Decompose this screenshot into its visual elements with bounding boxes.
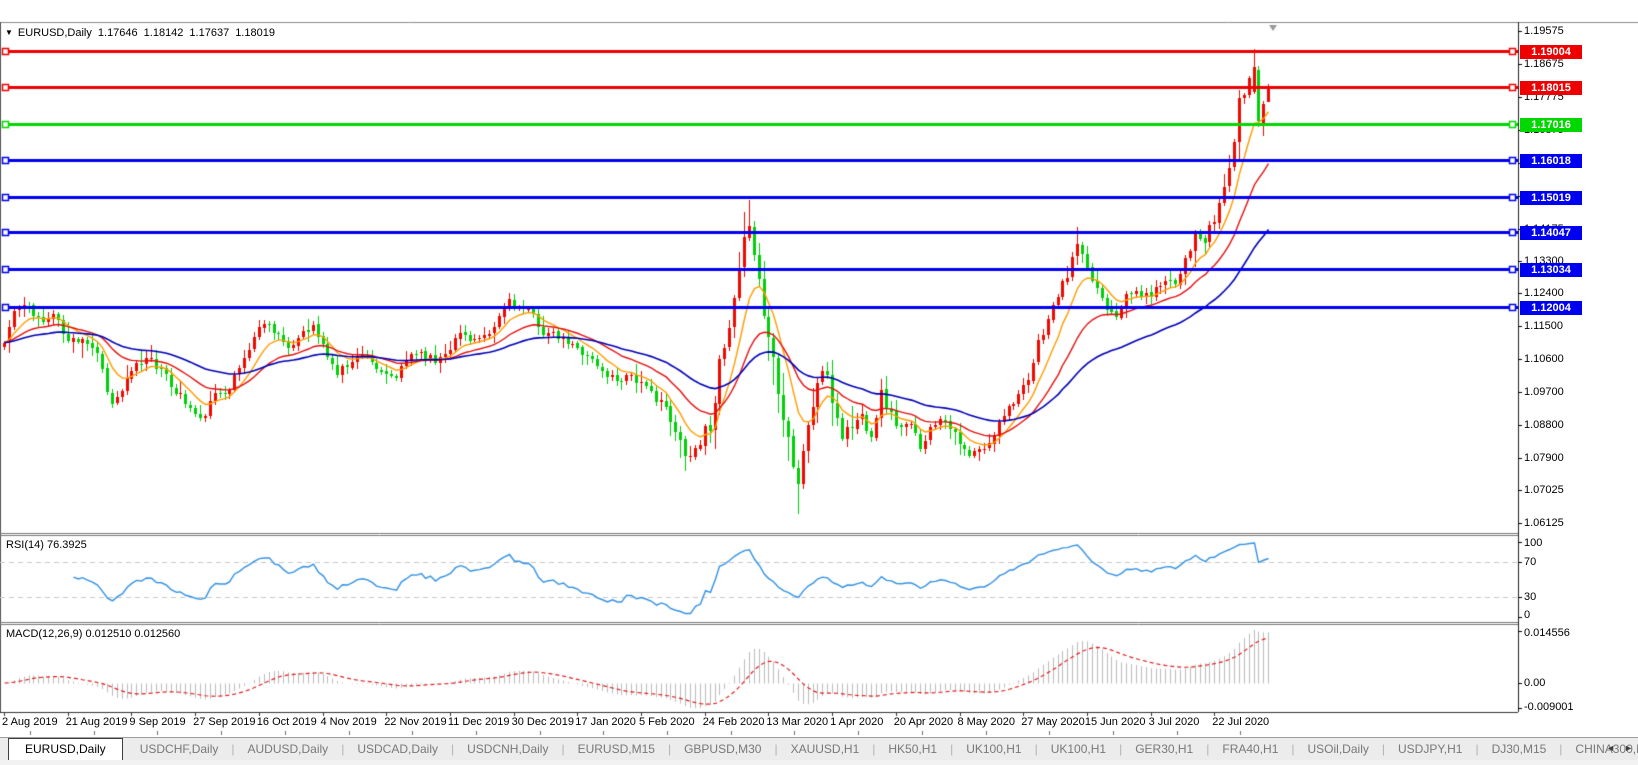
- price-chart-canvas[interactable]: [0, 0, 1638, 737]
- date-label: 30 Dec 2019: [511, 716, 574, 728]
- rsi-axis-tick: 0: [1524, 609, 1531, 621]
- date-label: 22 Jul 2020: [1212, 716, 1270, 728]
- chart-tab-ger30-h1[interactable]: GER30,H1: [1122, 739, 1206, 759]
- date-label: 8 May 2020: [957, 716, 1015, 728]
- date-label: 1 Apr 2020: [830, 716, 884, 728]
- price-line-label: 1.14047: [1520, 226, 1582, 241]
- date-label: 15 Jun 2020: [1084, 716, 1146, 728]
- price-axis-tick: 1.09700: [1524, 386, 1564, 399]
- rsi-axis-tick: 100: [1524, 537, 1543, 549]
- macd-axis-tick: -0.009001: [1524, 701, 1574, 713]
- chart-tab-usdjpy-h1[interactable]: USDJPY,H1: [1385, 739, 1475, 759]
- price-line-label: 1.18015: [1520, 81, 1582, 96]
- date-label: 3 Jul 2020: [1148, 716, 1200, 728]
- price-line-label: 1.12004: [1520, 300, 1582, 315]
- date-label: 4 Nov 2019: [320, 716, 377, 728]
- price-axis-tick: 1.12400: [1524, 287, 1564, 300]
- scroll-left-icon[interactable]: ◄: [1606, 742, 1615, 754]
- chart-tab-eurusd-m15[interactable]: EURUSD,M15: [565, 739, 668, 759]
- price-line-label: 1.16018: [1520, 154, 1582, 169]
- price-axis-tick: 1.07025: [1524, 484, 1564, 497]
- date-label: 16 Oct 2019: [256, 716, 317, 728]
- scroll-right-icon[interactable]: ►: [1624, 742, 1633, 754]
- chart-tab-usdcad-daily[interactable]: USDCAD,Daily: [344, 739, 451, 759]
- chart-tab-usoil-daily[interactable]: USOil,Daily: [1295, 739, 1382, 759]
- rsi-axis-tick: 70: [1524, 555, 1537, 568]
- symbol-label: EURUSD,Daily: [17, 27, 92, 39]
- low-value: 1.17637: [189, 27, 230, 39]
- price-axis-tick: 1.06125: [1524, 516, 1564, 529]
- price-axis-tick: 1.07900: [1524, 452, 1564, 465]
- price-line-label: 1.19004: [1520, 44, 1582, 59]
- chart-tab-dj30-m15[interactable]: DJ30,M15: [1479, 739, 1560, 759]
- price-line-label: 1.13034: [1520, 263, 1582, 278]
- chart-tab-uk100-h1[interactable]: UK100,H1: [1038, 739, 1119, 759]
- price-axis-tick: 1.08800: [1524, 419, 1564, 432]
- chart-tab-gbpusd-m30[interactable]: GBPUSD,M30: [671, 739, 774, 759]
- date-label: 22 Nov 2019: [384, 716, 447, 728]
- macd-indicator-label: MACD(12,26,9) 0.012510 0.012560: [6, 628, 181, 640]
- date-label: 21 Aug 2019: [65, 716, 128, 728]
- expand-triangle-icon: ▼: [5, 28, 13, 37]
- date-label: 27 May 2020: [1021, 716, 1085, 728]
- price-axis-tick: 1.18675: [1524, 58, 1564, 71]
- date-label: 11 Dec 2019: [447, 716, 510, 728]
- macd-axis-tick: 0.014556: [1524, 627, 1570, 639]
- status-strip: [0, 760, 1638, 765]
- price-line-label: 1.15019: [1520, 190, 1582, 205]
- date-label: 24 Feb 2020: [702, 716, 765, 728]
- chart-tab-usdchf-daily[interactable]: USDCHF,Daily: [127, 739, 232, 759]
- chart-title: ▼ EURUSD,Daily 1.17646 1.18142 1.17637 1.1801…: [5, 27, 281, 39]
- date-label: 5 Feb 2020: [639, 716, 695, 728]
- chart-tab-hk50-h1[interactable]: HK50,H1: [875, 739, 950, 759]
- chart-tab-usdcnh-daily[interactable]: USDCNH,Daily: [454, 739, 561, 759]
- chart-tab-uk100-h1[interactable]: UK100,H1: [953, 739, 1034, 759]
- price-axis-tick: 1.10600: [1524, 353, 1564, 366]
- rsi-indicator-label: RSI(14) 76.3925: [6, 539, 87, 551]
- trading-terminal: ▼ M1M5M15M30H1H4D1W1MN ▼EURUSD,Daily1.17…: [0, 0, 1638, 765]
- date-label: 2 Aug 2019: [2, 716, 58, 728]
- chart-tab-audusd-daily[interactable]: AUDUSD,Daily: [235, 739, 342, 759]
- date-label: 17 Jan 2020: [575, 716, 636, 728]
- tab-scroll-arrows: ◄ ►: [1606, 742, 1633, 754]
- open-value: 1.17646: [97, 27, 138, 39]
- close-value: 1.18019: [235, 27, 275, 39]
- chart-tab-xauusd-h1[interactable]: XAUUSD,H1: [778, 739, 873, 759]
- date-label: 27 Sep 2019: [193, 716, 256, 728]
- rsi-axis-tick: 30: [1524, 590, 1537, 603]
- high-value: 1.18142: [143, 27, 184, 39]
- price-line-label: 1.17016: [1520, 117, 1582, 132]
- date-label: 20 Apr 2020: [893, 716, 954, 728]
- price-axis-tick: 1.11500: [1524, 320, 1563, 333]
- macd-axis-tick: 0.00: [1524, 677, 1546, 689]
- chart-tab-bar: EURUSD,Daily USDCHF,Daily | AUDUSD,Daily | US…: [0, 737, 1638, 760]
- price-axis-tick: 1.19575: [1524, 25, 1564, 38]
- date-label: 9 Sep 2019: [129, 716, 186, 728]
- chart-tab-eurusd-daily[interactable]: EURUSD,Daily: [8, 738, 123, 760]
- chart-tab-fra40-h1[interactable]: FRA40,H1: [1209, 739, 1291, 759]
- date-label: 13 Mar 2020: [766, 716, 829, 728]
